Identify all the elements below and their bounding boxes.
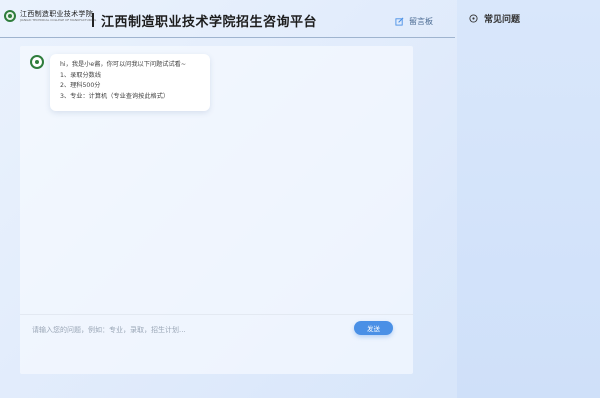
title-divider: [92, 13, 94, 27]
send-button[interactable]: 发送: [354, 321, 393, 335]
logo-english-name: JIANGXI TECHNICAL COLLEGE OF MANUFACTURI…: [20, 18, 97, 22]
bot-message-line: 3、专业：计算机（专业查询按此格式）: [60, 92, 170, 100]
question-circle-icon: [469, 14, 478, 23]
bot-message-line: hi，我是小e酱，你可以问我以下问题试试看~: [60, 61, 187, 68]
chat-input-area: 请输入您的问题，例如：专业，录取，招生计划... 发送: [20, 314, 413, 374]
bot-message-line: 1、录取分数线: [60, 71, 102, 79]
guestbook-label: 留言板: [409, 17, 433, 26]
edit-icon: [395, 17, 404, 26]
bot-message-line: 2、理科500分: [60, 82, 101, 89]
question-input[interactable]: 请输入您的问题，例如：专业，录取，招生计划...: [32, 325, 186, 335]
faq-title: 常见问题: [484, 15, 521, 25]
college-logo: 江西制造职业技术学院 JIANGXI TECHNICAL COLLEGE OF …: [4, 10, 96, 22]
guestbook-link[interactable]: 留言板: [395, 16, 433, 27]
page-title: 江西制造职业技术学院招生咨询平台: [101, 14, 318, 29]
bot-avatar: [30, 55, 44, 69]
college-emblem-icon: [4, 10, 16, 22]
faq-sidebar: 常见问题: [457, 0, 600, 398]
bot-message-bubble: hi，我是小e酱，你可以问我以下问题试试看~ 1、录取分数线 2、理科500分 …: [50, 54, 210, 111]
logo-chinese-name: 江西制造职业技术学院: [20, 10, 93, 18]
faq-header: 常见问题: [469, 12, 520, 25]
header: 江西制造职业技术学院 JIANGXI TECHNICAL COLLEGE OF …: [0, 0, 455, 38]
